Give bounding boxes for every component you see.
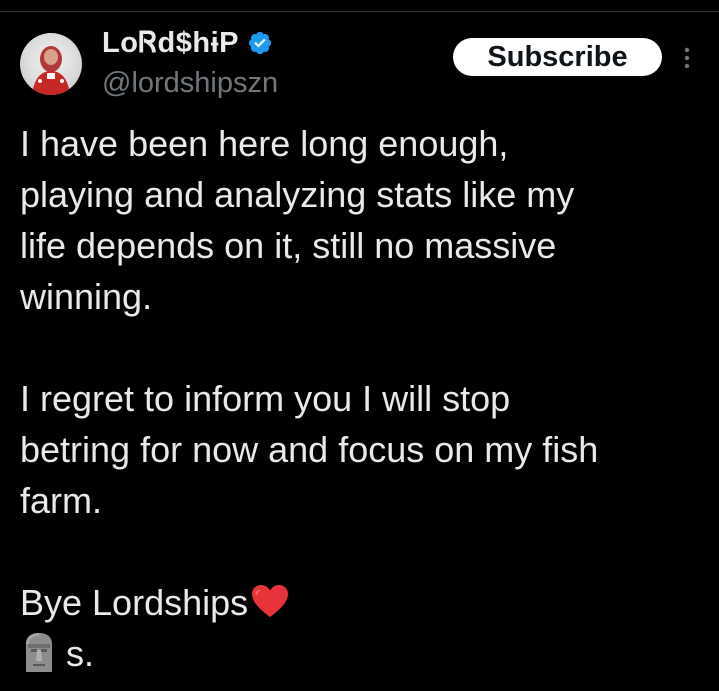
name-row: LoᏒd$hɨP [102, 26, 273, 60]
top-divider [0, 11, 719, 12]
avatar[interactable] [20, 33, 82, 95]
verified-badge-icon [248, 31, 272, 55]
red-heart-emoji [252, 585, 289, 617]
handle[interactable]: @lordshipszn [102, 66, 278, 100]
subscribe-button[interactable]: Subscribe [453, 38, 662, 76]
tweet-paragraph-2: I regret to inform you I will stop betri… [20, 378, 599, 521]
tweet-final-line: s. [20, 628, 700, 679]
tweet-signoff: Bye Lordships [20, 582, 249, 623]
tweet-text: I have been here long enough, playing an… [20, 118, 700, 679]
tweet-paragraph-1: I have been here long enough, playing an… [20, 123, 575, 317]
more-vertical-icon[interactable] [680, 44, 694, 72]
tweet-header: LoᏒd$hɨP @lordshipszn Subscribe [20, 24, 700, 108]
tweet-final: s. [66, 633, 95, 674]
display-name[interactable]: LoᏒd$hɨP [102, 26, 239, 60]
tweet-signoff-line: Bye Lordships [20, 577, 700, 628]
moai-emoji [26, 633, 52, 672]
avatar-image [32, 46, 70, 95]
